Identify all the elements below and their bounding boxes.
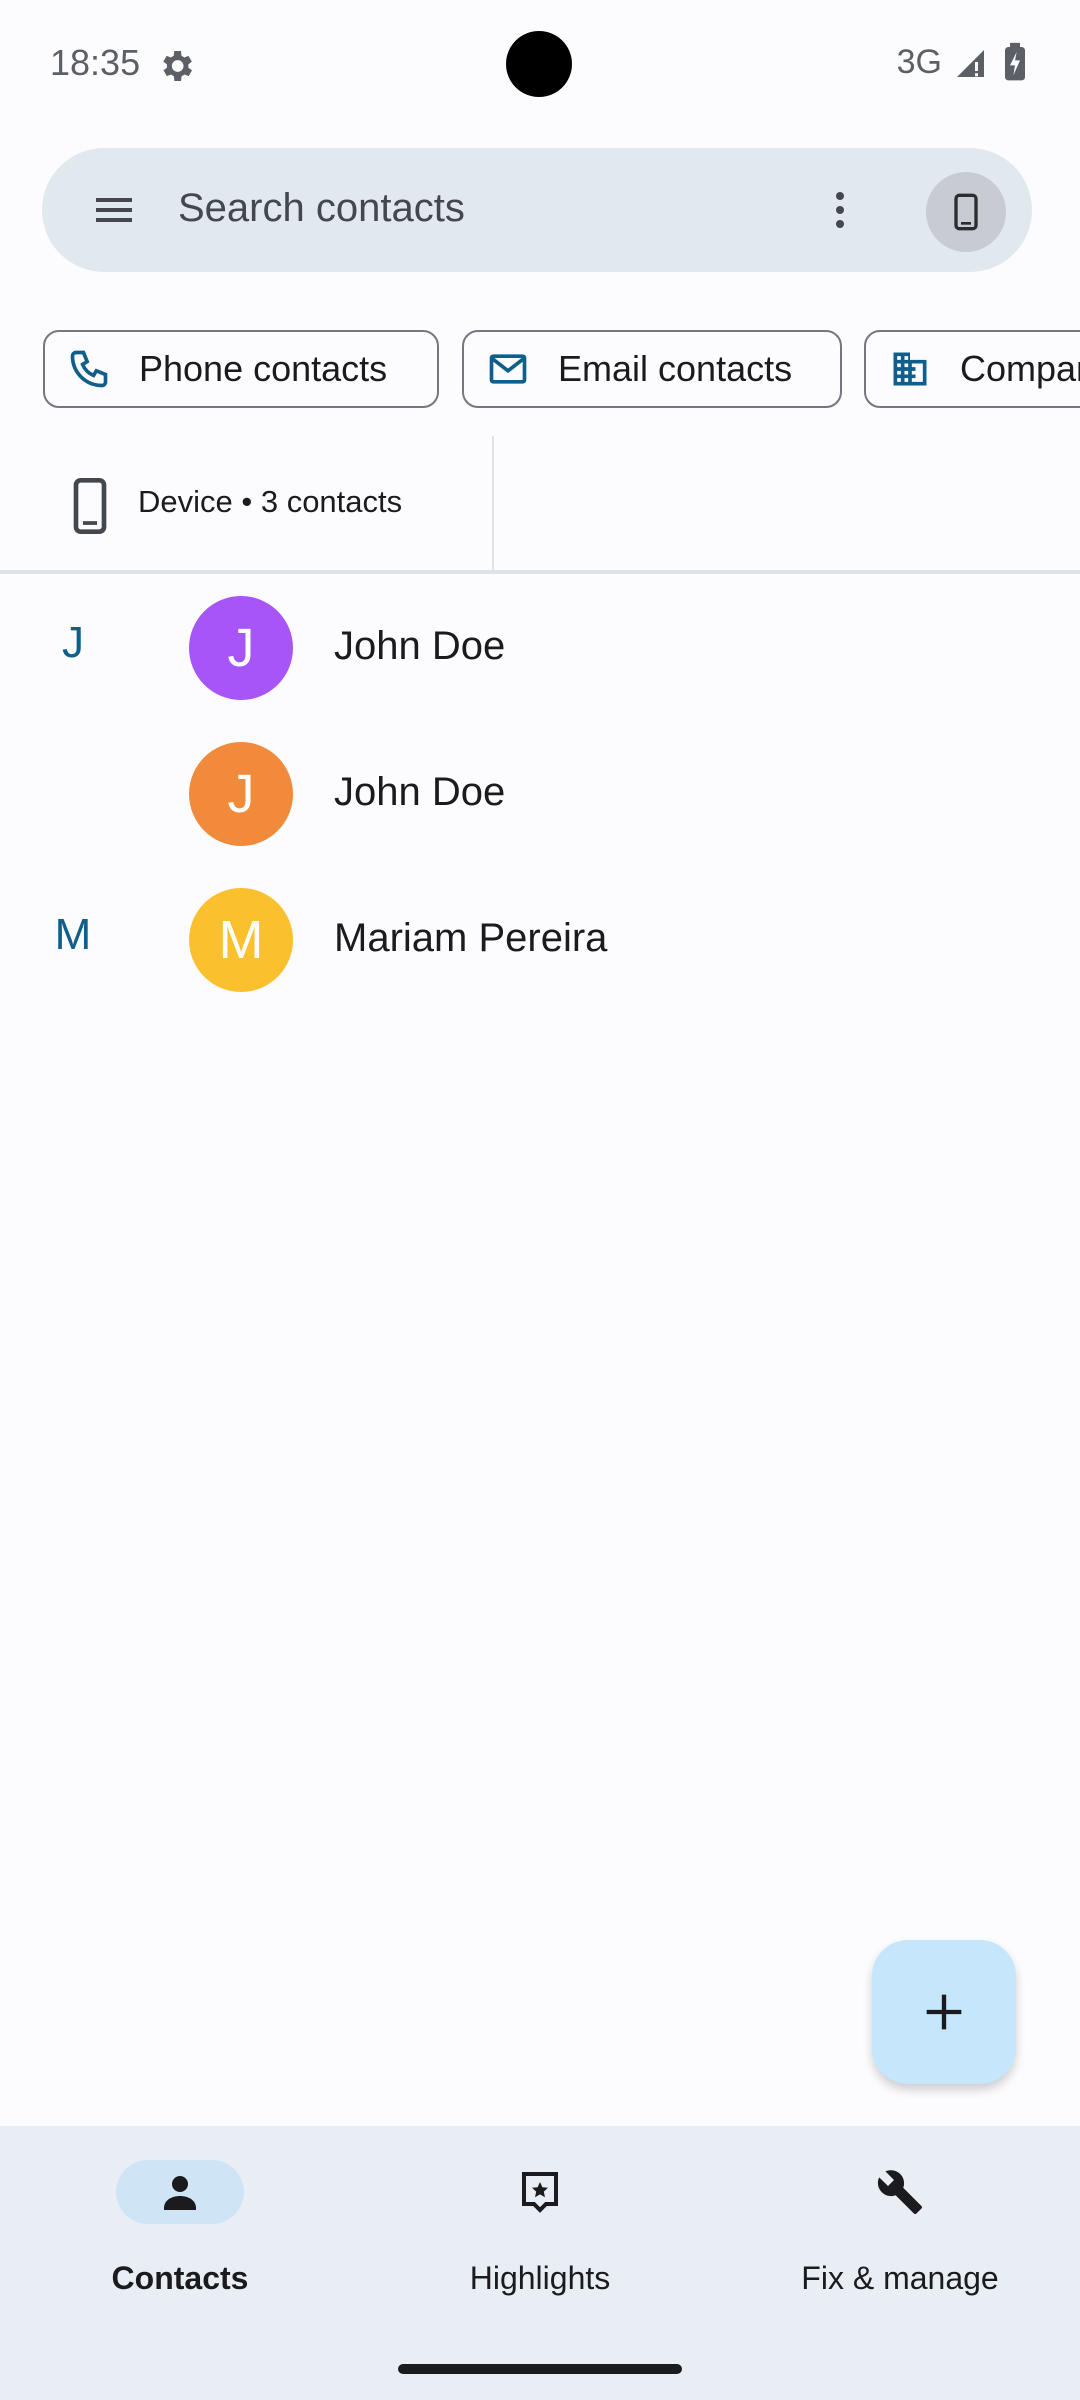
contact-name: John Doe	[334, 770, 506, 814]
account-label: Device • 3 contacts	[138, 484, 403, 519]
section-letter: J	[62, 618, 84, 667]
phone-device-icon	[73, 478, 107, 534]
status-bar: 18:35 3G	[0, 0, 1080, 130]
nav-label: Fix & manage	[801, 2260, 999, 2296]
avatar: M	[189, 888, 293, 992]
camera-cutout	[506, 31, 572, 97]
account-button[interactable]	[926, 172, 1006, 252]
menu-button[interactable]	[54, 148, 174, 272]
nav-highlights[interactable]: Highlights	[360, 2126, 720, 2336]
mail-icon	[489, 354, 527, 384]
more-vert-icon	[836, 192, 844, 228]
plus-icon	[926, 1994, 962, 2030]
highlights-icon	[522, 2172, 558, 2213]
chip-label: Company	[960, 348, 1080, 389]
avatar: J	[189, 596, 293, 700]
settings-gear-icon	[163, 51, 192, 81]
chip-email-contacts[interactable]: Email contacts	[462, 330, 842, 408]
nav-indicator	[476, 2160, 604, 2224]
wrench-icon	[877, 2170, 922, 2214]
nav-fix-manage[interactable]: Fix & manage	[720, 2126, 1080, 2336]
section-letter: M	[54, 910, 92, 959]
contact-name: Mariam Pereira	[334, 916, 608, 960]
nav-label: Contacts	[111, 2260, 249, 2296]
chip-label: Email contacts	[558, 348, 793, 389]
chip-label: Phone contacts	[139, 348, 388, 389]
contact-name: John Doe	[334, 624, 506, 668]
avatar: J	[189, 742, 293, 846]
phone-device-icon	[954, 193, 978, 231]
business-icon	[893, 352, 927, 386]
avatar-initial: M	[218, 910, 264, 970]
status-indicators: 3G	[897, 42, 1028, 82]
status-time: 18:35	[50, 42, 141, 83]
account-selector[interactable]: Device • 3 contacts	[0, 436, 494, 570]
more-options-button[interactable]	[780, 148, 900, 272]
nav-indicator	[116, 2160, 244, 2224]
home-gesture-bar[interactable]	[398, 2364, 682, 2374]
divider	[0, 570, 1080, 574]
person-icon	[164, 2176, 196, 2210]
contact-row[interactable]: M M Mariam Pereira	[0, 868, 1080, 1014]
contact-row[interactable]: J J John Doe	[0, 576, 1080, 722]
phone-icon	[70, 350, 108, 388]
network-type: 3G	[896, 42, 942, 81]
filter-chips: Phone contacts Email contacts Company	[0, 308, 1080, 432]
avatar-initial: J	[227, 764, 255, 824]
battery-charging-icon	[1005, 42, 1025, 81]
nav-contacts[interactable]: Contacts	[0, 2126, 360, 2336]
nav-indicator	[836, 2160, 964, 2224]
contact-row[interactable]: J John Doe	[0, 722, 1080, 868]
hamburger-menu-icon	[96, 198, 132, 222]
search-input[interactable]: Search contacts	[178, 186, 465, 231]
add-contact-button[interactable]	[872, 1940, 1016, 2084]
chip-company[interactable]: Company	[864, 330, 1080, 408]
chip-phone-contacts[interactable]: Phone contacts	[43, 330, 439, 408]
nav-label: Highlights	[469, 2260, 611, 2296]
avatar-initial: J	[227, 618, 255, 678]
bottom-navigation: Contacts Highlights Fix & manage	[0, 2126, 1080, 2336]
signal-icon	[957, 50, 984, 77]
gesture-area	[0, 2336, 1080, 2400]
search-bar[interactable]: Search contacts	[42, 148, 1032, 272]
